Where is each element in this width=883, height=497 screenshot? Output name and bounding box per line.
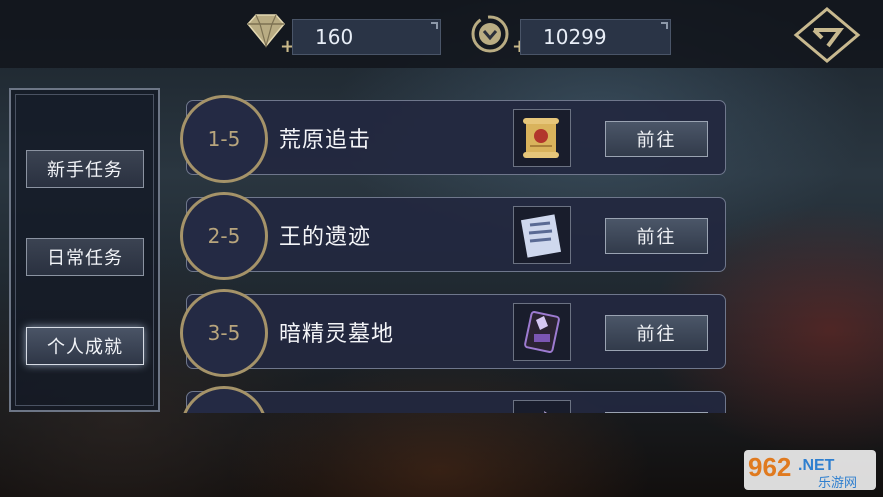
task-category-panel: 新手任务 日常任务 个人成就 — [9, 88, 160, 412]
tab-newbie-tasks[interactable]: 新手任务 — [26, 150, 144, 188]
level-badge: 2-5 — [180, 192, 268, 280]
tab-daily-tasks[interactable]: 日常任务 — [26, 238, 144, 276]
svg-text:乐游网: 乐游网 — [818, 476, 857, 491]
goto-button[interactable] — [605, 412, 708, 413]
tab-personal-achievements[interactable]: 个人成就 — [26, 327, 144, 365]
task-title: 暗精灵墓地 — [279, 321, 395, 347]
level-badge — [180, 386, 268, 413]
task-title: 荒原追击 — [279, 127, 372, 153]
gem-card-icon — [524, 311, 560, 353]
scroll-icon — [523, 118, 559, 158]
svg-text:.NET: .NET — [798, 457, 835, 474]
task-title: 王的遗迹 — [279, 224, 372, 250]
svg-text:962: 962 — [748, 452, 791, 482]
level-badge: 1-5 — [180, 95, 268, 183]
item-icon — [544, 411, 547, 413]
task-row — [180, 386, 726, 413]
site-logo-watermark: 962 .NET 乐游网 — [744, 450, 876, 491]
coin-value: 10299 — [543, 25, 607, 49]
back-arrow-icon[interactable] — [792, 6, 862, 64]
diamond-value: 160 — [315, 25, 354, 49]
task-list[interactable]: 荒原追击 1-5 前往 王的遗迹 2-5 前往 暗精灵墓地 3-5 前往 — [174, 88, 734, 413]
coin-counter: 10299 — [520, 19, 671, 55]
goto-button[interactable]: 前往 — [605, 121, 708, 157]
coin-icon — [471, 15, 509, 53]
level-badge: 3-5 — [180, 289, 268, 377]
reward-item[interactable] — [513, 400, 571, 413]
task-row: 暗精灵墓地 3-5 前往 — [180, 289, 726, 377]
map-icon — [520, 214, 562, 258]
top-bar: + 160 + 10299 — [0, 0, 883, 68]
goto-button[interactable]: 前往 — [605, 218, 708, 254]
reward-item[interactable] — [513, 109, 571, 167]
goto-button[interactable]: 前往 — [605, 315, 708, 351]
task-row: 王的遗迹 2-5 前往 — [180, 192, 726, 280]
diamond-counter: 160 — [292, 19, 441, 55]
reward-item[interactable] — [513, 303, 571, 361]
task-row: 荒原追击 1-5 前往 — [180, 95, 726, 183]
reward-item[interactable] — [513, 206, 571, 264]
